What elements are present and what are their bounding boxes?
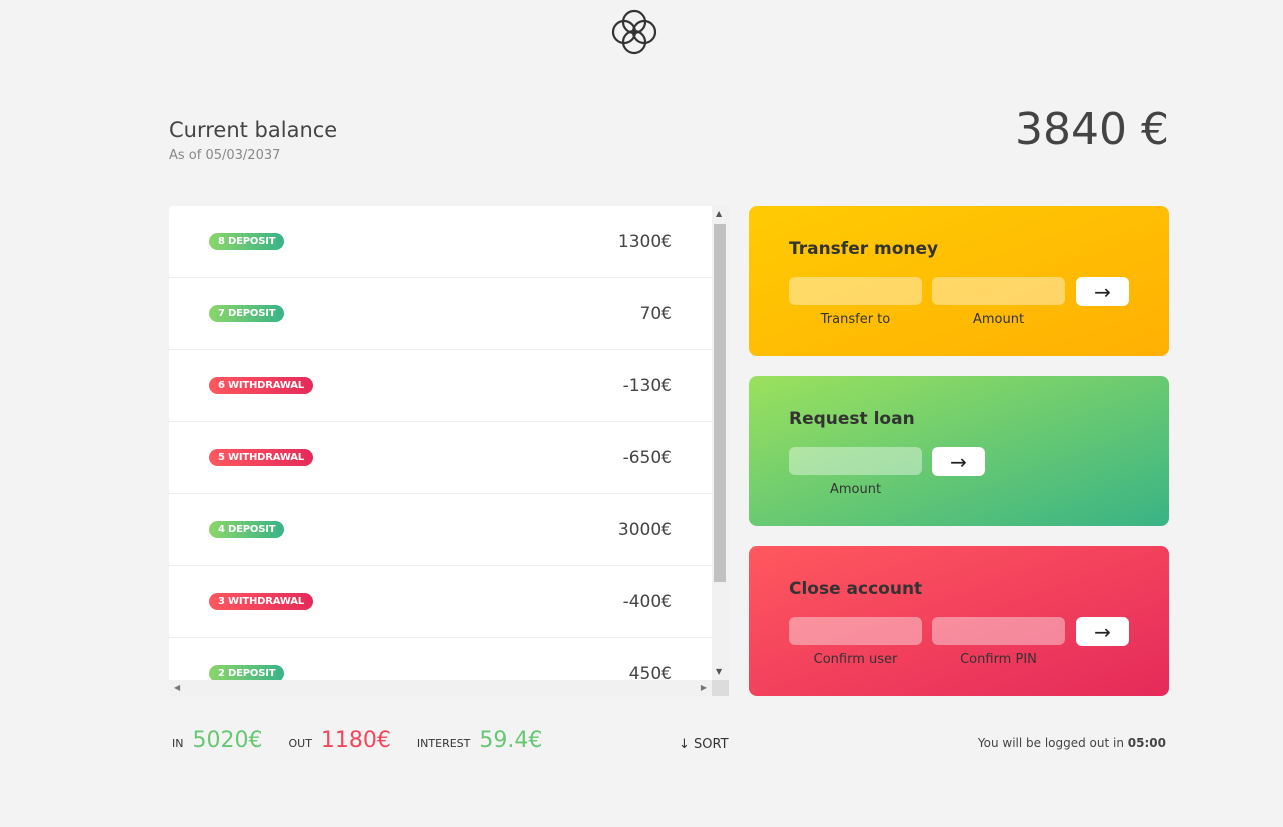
movement-row: 6 withdrawal -130€	[169, 350, 712, 422]
movement-row: 7 deposit 70€	[169, 278, 712, 350]
close-title: Close account	[789, 579, 923, 599]
summary-out-value: 1180€	[320, 728, 391, 753]
loan-button[interactable]: →	[932, 447, 985, 476]
movement-value: 70€	[639, 303, 672, 324]
summary-interest-label: Interest	[416, 737, 471, 750]
scroll-left-icon[interactable]: ◀	[174, 683, 180, 692]
loan-amount-input[interactable]	[789, 447, 922, 475]
transfer-to-label: Transfer to	[820, 312, 891, 327]
movement-value: -130€	[622, 375, 672, 396]
scroll-down-icon[interactable]: ▼	[716, 668, 722, 676]
movement-row: 8 deposit 1300€	[169, 206, 712, 278]
balance-block: Current balance As of 05/03/2037	[169, 118, 337, 163]
movement-value: 1300€	[617, 231, 672, 252]
movement-type-badge: 5 withdrawal	[209, 449, 313, 466]
movements-panel[interactable]: 8 deposit 1300€ 7 deposit 70€ 6 withdrawal -1…	[169, 206, 729, 696]
movement-value: -400€	[622, 591, 672, 612]
logout-timer: 05:00	[1127, 736, 1166, 750]
movement-type-badge: 3 withdrawal	[209, 593, 313, 610]
balance-label: Current balance	[169, 118, 338, 142]
movement-type-badge: 6 withdrawal	[209, 377, 313, 394]
movement-row: 3 withdrawal -400€	[169, 566, 712, 638]
logout-text: You will be logged out in	[977, 736, 1124, 750]
movement-type-badge: 8 deposit	[209, 233, 285, 250]
sort-button[interactable]: ↓ SORT	[679, 737, 729, 752]
confirm-pin-label: Confirm PIN	[960, 652, 1037, 667]
close-account-panel: Close account → Confirm user Confirm PIN	[749, 546, 1169, 696]
horizontal-scrollbar[interactable]: ◀ ▶	[169, 680, 712, 696]
scroll-up-icon[interactable]: ▲	[716, 210, 722, 218]
movement-type-badge: 7 deposit	[209, 305, 285, 322]
scrollbar-thumb[interactable]	[714, 224, 726, 582]
summary-interest-value: 59.4€	[479, 728, 543, 753]
movement-row: 2 deposit 450€	[169, 638, 712, 680]
summary-in-value: 5020€	[192, 728, 263, 753]
scrollbar-corner	[712, 680, 729, 696]
summary-out-label: Out	[288, 737, 312, 750]
transfer-to-input[interactable]	[789, 277, 922, 305]
confirm-pin-input[interactable]	[932, 617, 1065, 645]
close-account-button[interactable]: →	[1076, 617, 1129, 646]
transfer-amount-label: Amount	[972, 312, 1025, 327]
movement-type-badge: 2 deposit	[209, 665, 285, 680]
movement-value: 450€	[628, 663, 672, 681]
transfer-button[interactable]: →	[1076, 277, 1129, 306]
bankist-logo-icon	[611, 9, 657, 55]
loan-panel: Request loan → Amount	[749, 376, 1169, 526]
movement-row: 5 withdrawal -650€	[169, 422, 712, 494]
balance-value: 3840 €	[1015, 104, 1169, 155]
logout-timer-text: You will be logged out in 05:00	[978, 736, 1166, 750]
movement-type-badge: 4 deposit	[209, 521, 285, 538]
balance-date: As of 05/03/2037	[169, 148, 281, 163]
transfer-title: Transfer money	[789, 239, 939, 259]
confirm-user-label: Confirm user	[813, 652, 898, 667]
transfer-panel: Transfer money → Transfer to Amount	[749, 206, 1169, 356]
summary-in-label: In	[172, 737, 184, 750]
movements-list: 8 deposit 1300€ 7 deposit 70€ 6 withdrawal -1…	[169, 206, 712, 680]
scroll-right-icon[interactable]: ▶	[701, 683, 707, 692]
summary: In 5020€ Out 1180€ Interest 59.4€	[172, 728, 568, 753]
vertical-scrollbar[interactable]: ▲ ▼	[712, 206, 729, 680]
confirm-user-input[interactable]	[789, 617, 922, 645]
loan-amount-label: Amount	[829, 482, 882, 497]
transfer-amount-input[interactable]	[932, 277, 1065, 305]
movement-value: 3000€	[617, 519, 672, 540]
movement-row: 4 deposit 3000€	[169, 494, 712, 566]
movement-value: -650€	[622, 447, 672, 468]
loan-title: Request loan	[789, 409, 915, 429]
